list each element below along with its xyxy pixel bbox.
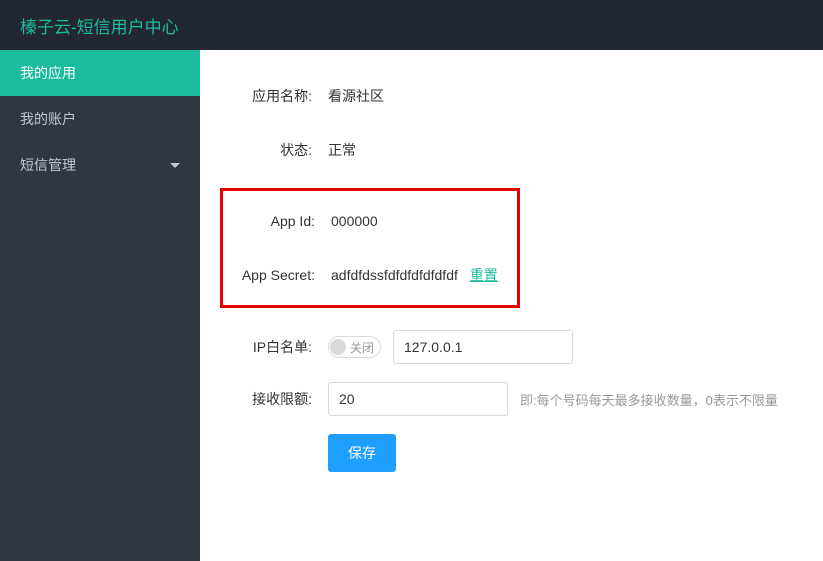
sidebar-item-myapp[interactable]: 我的应用 — [0, 50, 200, 96]
sidebar-item-myaccount[interactable]: 我的账户 — [0, 96, 200, 142]
label-appid: App Id: — [223, 213, 323, 229]
toggle-circle-icon — [330, 339, 346, 355]
row-appsecret: App Secret: adfdfdssfdfdfdfdfdfdf 重置 — [223, 259, 517, 291]
chevron-down-icon — [170, 163, 180, 168]
row-limit: 接收限额: 即:每个号码每天最多接收数量，0表示不限量 — [220, 382, 803, 416]
save-button[interactable]: 保存 — [328, 434, 396, 472]
value-appsecret: adfdfdssfdfdfdfdfdfdf 重置 — [323, 265, 498, 285]
label-limit: 接收限额: — [220, 389, 320, 409]
appsecret-text: adfdfdssfdfdfdfdfdfdf — [331, 267, 458, 283]
limit-input[interactable] — [328, 382, 508, 416]
main-content: 应用名称: 看源社区 状态: 正常 App Id: 000000 App Sec… — [200, 50, 823, 561]
ip-toggle[interactable]: 关闭 — [328, 336, 381, 358]
sidebar-item-label: 我的账户 — [20, 109, 76, 129]
label-status: 状态: — [220, 140, 320, 160]
value-status: 正常 — [320, 140, 356, 160]
sidebar-item-label: 我的应用 — [20, 63, 76, 83]
sidebar-item-smsmanage[interactable]: 短信管理 — [0, 142, 200, 188]
label-ipwhitelist: IP白名单: — [220, 337, 320, 357]
header-title: 榛子云-短信用户中心 — [20, 13, 179, 38]
row-ipwhitelist: IP白名单: 关闭 — [220, 330, 803, 364]
row-appname: 应用名称: 看源社区 — [220, 80, 803, 112]
label-appsecret: App Secret: — [223, 267, 323, 283]
header: 榛子云-短信用户中心 — [0, 0, 823, 50]
highlight-box: App Id: 000000 App Secret: adfdfdssfdfdf… — [220, 188, 520, 308]
label-appname: 应用名称: — [220, 86, 320, 106]
row-appid: App Id: 000000 — [223, 205, 517, 237]
ip-input[interactable] — [393, 330, 573, 364]
value-appname: 看源社区 — [320, 86, 384, 106]
sidebar: 我的应用 我的账户 短信管理 — [0, 50, 200, 561]
limit-help: 即:每个号码每天最多接收数量，0表示不限量 — [520, 390, 778, 409]
toggle-label: 关闭 — [350, 339, 374, 356]
reset-link[interactable]: 重置 — [470, 267, 498, 283]
sidebar-item-label: 短信管理 — [20, 155, 76, 175]
value-appid: 000000 — [323, 213, 378, 229]
row-status: 状态: 正常 — [220, 134, 803, 166]
